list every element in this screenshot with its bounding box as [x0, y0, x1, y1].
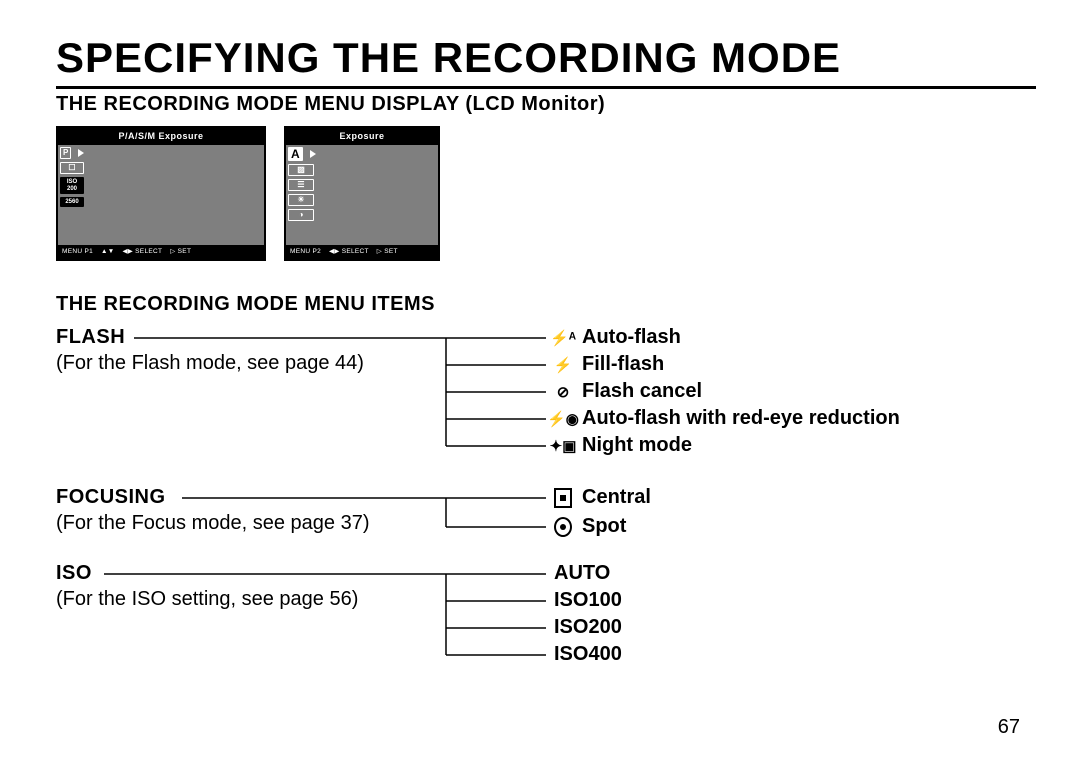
flash-fill-label: Fill-flash	[582, 353, 664, 376]
menu-items-canvas: FLASH (For the Flash mode, see page 44) …	[56, 326, 1036, 726]
flash-option-redeye: ⚡◉ Auto-flash with red-eye reduction	[554, 407, 900, 430]
lcd1-icon-iso: ISO 200	[60, 177, 84, 194]
flash-option-fill: ⚡ Fill-flash	[554, 353, 664, 376]
flash-fill-icon: ⚡	[554, 356, 572, 374]
chevron-right-icon	[310, 150, 316, 158]
set-label: ▷ SET	[170, 245, 191, 259]
flash-option-cancel: ⊘ Flash cancel	[554, 380, 702, 403]
focus-option-central: Central	[554, 486, 651, 509]
flash-auto-label: Auto-flash	[582, 326, 681, 349]
chevron-right-icon	[78, 149, 84, 157]
page-title: SPECIFYING THE RECORDING MODE	[56, 34, 1036, 82]
flash-cancel-icon: ⊘	[554, 383, 572, 401]
lcd2-menu-page: MENU P2	[290, 245, 321, 259]
lcd2-icon-stripes: ☰	[288, 179, 314, 191]
focus-option-spot: Spot	[554, 515, 626, 538]
title-rule	[56, 86, 1036, 89]
focusing-note: (For the Focus mode, see page 37)	[56, 512, 370, 535]
lcd1-menu-page: MENU P1	[62, 245, 93, 259]
leftright-select: ◀▶ SELECT	[122, 245, 162, 259]
iso-200-label: ISO200	[554, 616, 622, 639]
set-label: ▷ SET	[377, 245, 398, 259]
lcd2-icon-pattern: ▨	[288, 164, 314, 176]
flash-option-night: ✦▣ Night mode	[554, 434, 692, 457]
lcd1-icon-p: P	[60, 147, 71, 159]
leftright-select: ◀▶ SELECT	[329, 245, 369, 259]
lcd1-icon-focus: ☐	[60, 162, 84, 174]
focus-spot-label: Spot	[582, 515, 626, 538]
flash-option-auto: ⚡ᴬ Auto-flash	[554, 326, 681, 349]
iso-option-auto: AUTO	[554, 562, 610, 585]
focus-central-label: Central	[582, 486, 651, 509]
section-items-heading: THE RECORDING MODE MENU ITEMS	[56, 293, 1036, 316]
lcd2-title: Exposure	[286, 128, 438, 145]
lcd2-bottom: MENU P2 ◀▶ SELECT ▷ SET	[286, 245, 438, 259]
manual-page: SPECIFYING THE RECORDING MODE THE RECORD…	[0, 0, 1080, 765]
central-focus-icon	[554, 488, 572, 508]
lcd1-bottom: MENU P1 ▲▼ ◀▶ SELECT ▷ SET	[58, 245, 264, 259]
iso-option-200: ISO200	[554, 616, 622, 639]
flash-note: (For the Flash mode, see page 44)	[56, 352, 364, 375]
lcd-screen-1: P/A/S/M Exposure P ☐ ISO 200 2560 MENU P…	[56, 126, 266, 261]
iso-option-400: ISO400	[554, 643, 622, 666]
page-number: 67	[998, 716, 1020, 739]
lcd1-body: P ☐ ISO 200 2560	[58, 145, 264, 245]
focusing-header: FOCUSING	[56, 486, 166, 509]
flash-header: FLASH	[56, 326, 125, 349]
updown-icon: ▲▼	[101, 245, 114, 259]
flash-night-label: Night mode	[582, 434, 692, 457]
flash-redeye-label: Auto-flash with red-eye reduction	[582, 407, 900, 430]
iso-auto-label: AUTO	[554, 562, 610, 585]
spot-focus-icon	[554, 517, 572, 537]
iso-400-label: ISO400	[554, 643, 622, 666]
iso-note: (For the ISO setting, see page 56)	[56, 588, 358, 611]
lcd2-icon-brightness: ☀	[288, 194, 314, 206]
lcd2-body: A ▨ ☰ ☀ ◑	[286, 145, 438, 245]
flash-redeye-icon: ⚡◉	[554, 410, 572, 428]
flash-night-icon: ✦▣	[554, 437, 572, 455]
flash-auto-icon: ⚡ᴬ	[554, 329, 572, 347]
lcd1-side: P ☐ ISO 200 2560	[60, 147, 84, 207]
lcd2-icon-contrast: ◑	[288, 209, 314, 221]
lcd1-title: P/A/S/M Exposure	[58, 128, 264, 145]
flash-cancel-label: Flash cancel	[582, 380, 702, 403]
iso-header: ISO	[56, 562, 92, 585]
iso-option-100: ISO100	[554, 589, 622, 612]
lcd-row: P/A/S/M Exposure P ☐ ISO 200 2560 MENU P…	[56, 126, 1036, 261]
iso-100-label: ISO100	[554, 589, 622, 612]
lcd2-side: A ▨ ☰ ☀ ◑	[288, 147, 314, 221]
lcd-screen-2: Exposure A ▨ ☰ ☀ ◑ MENU P2 ◀▶ SELECT ▷ S…	[284, 126, 440, 261]
lcd1-icon-size: 2560	[60, 197, 84, 207]
section-display-heading: THE RECORDING MODE MENU DISPLAY (LCD Mon…	[56, 93, 1036, 116]
lcd2-icon-a: A	[288, 147, 303, 161]
